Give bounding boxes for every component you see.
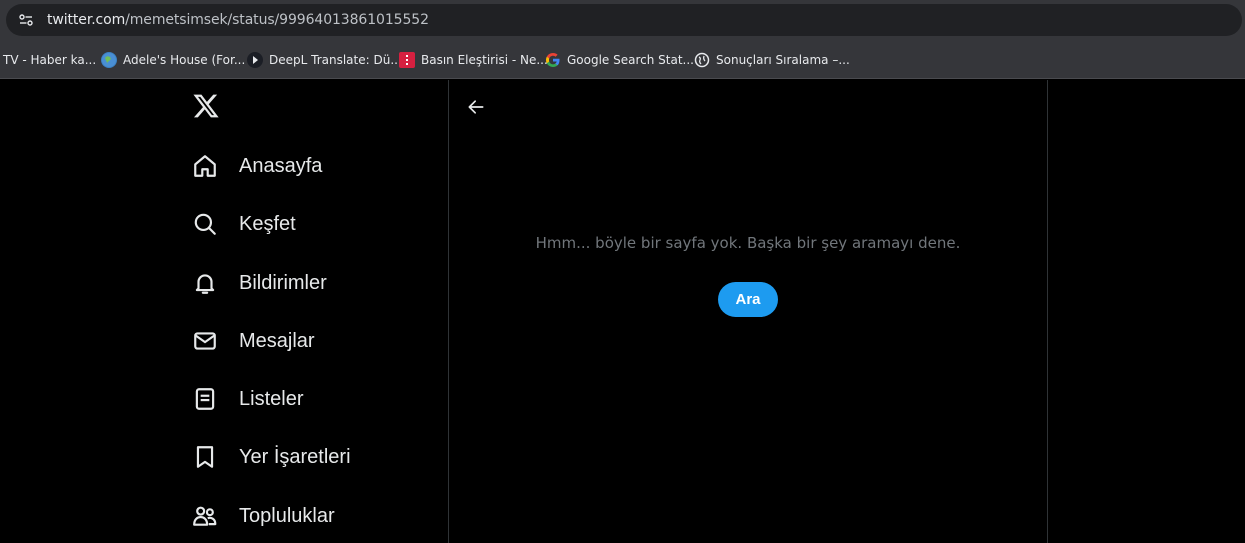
bell-icon <box>192 270 218 296</box>
sidebar-item-label: Yer İşaretleri <box>239 445 351 468</box>
envelope-icon <box>192 328 218 354</box>
url-path: /memetsimsek/status/99964013861015552 <box>125 12 429 28</box>
sidebar-nav: Anasayfa Keşfet Bildirimler Mesajlar Lis <box>180 80 448 543</box>
bookmark-icon <box>192 444 218 470</box>
bookmark-item[interactable]: Basın Eleştirisi - Ne... <box>399 51 548 69</box>
url-box[interactable]: twitter.com/memetsimsek/status/999640138… <box>6 4 1242 36</box>
bookmark-label: Google Search Stat... <box>567 53 694 67</box>
bookmarks-bar: TV - Haber ka... Adele's House (For... D… <box>0 40 1245 79</box>
search-icon <box>192 211 218 237</box>
twitter-app: Anasayfa Keşfet Bildirimler Mesajlar Lis <box>0 80 1245 543</box>
bookmark-item[interactable]: Google Search Stat... <box>545 51 694 69</box>
url-host: twitter.com <box>47 12 126 28</box>
url-text[interactable]: twitter.com/memetsimsek/status/999640138… <box>47 12 429 28</box>
bookmark-label: TV - Haber ka... <box>3 53 97 67</box>
red-bookmark-icon <box>399 52 415 68</box>
sidebar-item-explore[interactable]: Keşfet <box>192 204 296 244</box>
bookmark-label: Basın Eleştirisi - Ne... <box>421 53 548 67</box>
sidebar-item-bookmarks[interactable]: Yer İşaretleri <box>192 437 351 477</box>
home-icon <box>192 153 218 179</box>
sidebar-item-messages[interactable]: Mesajlar <box>192 321 315 361</box>
main-column: Hmm... böyle bir sayfa yok. Başka bir şe… <box>448 80 1048 543</box>
bookmark-item[interactable]: Adele's House (For... <box>101 51 245 69</box>
bookmark-label: DeepL Translate: Dü... <box>269 53 402 67</box>
search-button[interactable]: Ara <box>718 282 778 317</box>
bookmark-item[interactable]: DeepL Translate: Dü... <box>247 51 402 69</box>
sidebar-item-label: Mesajlar <box>239 329 315 352</box>
sidebar-item-label: Listeler <box>239 387 304 410</box>
sidebar-item-label: Bildirimler <box>239 271 327 294</box>
back-arrow-icon[interactable] <box>463 94 489 120</box>
not-found-message: Hmm... böyle bir sayfa yok. Başka bir şe… <box>535 234 961 252</box>
communities-icon <box>192 503 218 529</box>
globe-blue-icon <box>101 52 117 68</box>
bookmark-label: Adele's House (For... <box>123 53 246 67</box>
x-logo-icon[interactable] <box>192 92 222 122</box>
browser-address-bar: twitter.com/memetsimsek/status/999640138… <box>0 0 1245 40</box>
sidebar-item-communities[interactable]: Topluluklar <box>192 496 335 536</box>
sidebar-item-notifications[interactable]: Bildirimler <box>192 263 327 303</box>
sidebar-item-label: Topluluklar <box>239 504 335 527</box>
sidebar-item-home[interactable]: Anasayfa <box>192 146 322 186</box>
sidebar-item-lists[interactable]: Listeler <box>192 379 303 419</box>
globe-icon <box>694 52 710 68</box>
list-icon <box>192 386 218 412</box>
bookmark-label: Sonuçları Sıralama –... <box>716 53 850 67</box>
sidebar-item-label: Anasayfa <box>239 154 323 177</box>
bookmark-item[interactable]: TV - Haber ka... <box>3 51 96 69</box>
google-icon <box>545 52 561 68</box>
sidebar-item-label: Keşfet <box>239 212 296 235</box>
site-info-icon[interactable] <box>16 10 36 30</box>
deepl-icon <box>247 52 263 68</box>
bookmark-item[interactable]: Sonuçları Sıralama –... <box>694 51 850 69</box>
